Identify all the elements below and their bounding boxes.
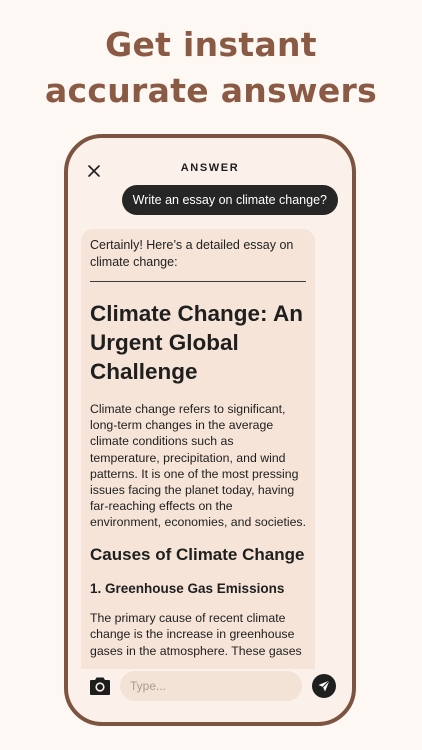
send-icon: [318, 680, 330, 692]
answer-intro: Certainly! Here’s a detailed essay on cl…: [90, 238, 294, 269]
marketing-headline: Get instant accurate answers: [0, 22, 422, 114]
essay-paragraph-2: The primary cause of recent climate chan…: [90, 611, 302, 658]
answer-divider: [90, 281, 306, 282]
headline-line-1: Get instant: [105, 25, 317, 64]
essay-paragraph-1: Climate change refers to significant, lo…: [90, 402, 306, 530]
subsection-heading-emissions: 1. Greenhouse Gas Emissions: [90, 581, 285, 597]
section-heading-causes: Causes of Climate Change: [90, 544, 305, 564]
message-input[interactable]: [120, 671, 302, 701]
camera-icon: [90, 677, 110, 695]
user-message-bubble: Write an essay on climate change?: [121, 185, 338, 215]
answer-card[interactable]: Certainly! Here’s a detailed essay on cl…: [81, 229, 315, 669]
screen-title: ANSWER: [180, 162, 240, 174]
headline-line-2: accurate answers: [44, 71, 378, 110]
essay-title: Climate Change: An Urgent Global Challen…: [90, 301, 303, 384]
phone-frame: ANSWER Write an essay on climate change?…: [64, 134, 356, 726]
camera-button[interactable]: [88, 676, 112, 696]
send-button[interactable]: [312, 674, 336, 698]
